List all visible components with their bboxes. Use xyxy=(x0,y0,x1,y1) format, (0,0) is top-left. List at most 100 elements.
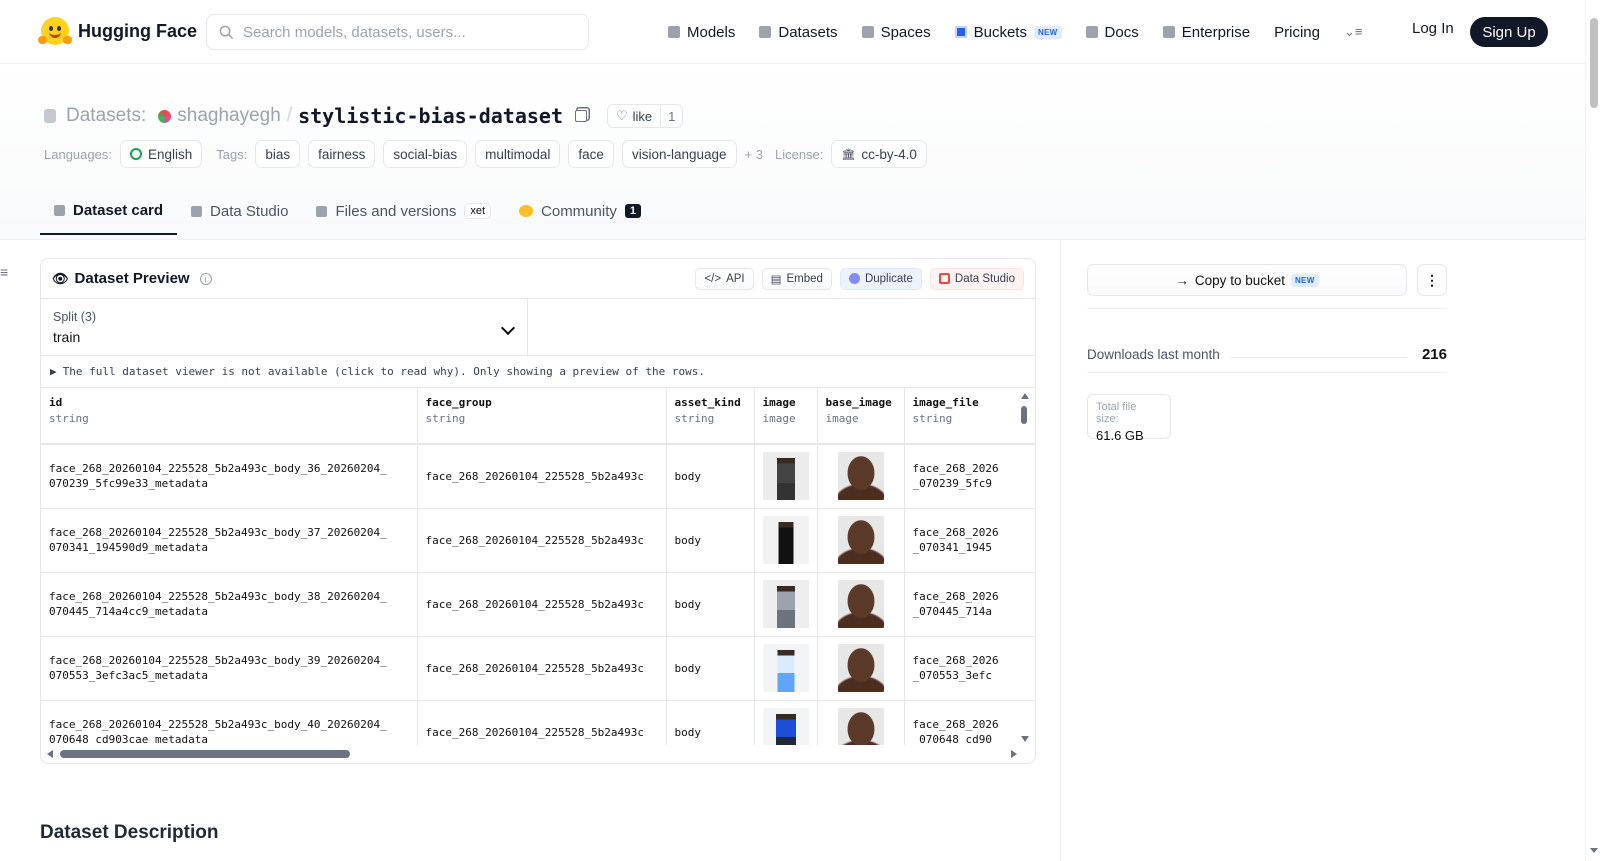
nav-enterprise[interactable]: Enterprise xyxy=(1162,24,1250,41)
column-header[interactable]: image image xyxy=(754,388,818,445)
body-image-thumbnail[interactable] xyxy=(762,644,809,692)
nav-datasets[interactable]: Datasets xyxy=(759,24,838,41)
table-row[interactable]: face_268_20260104_225528_5b2a493c_body_3… xyxy=(41,636,1035,701)
viewer-notice[interactable]: ▶ The full dataset viewer is not availab… xyxy=(41,356,1035,388)
preview-header: 👁 Dataset Preview i </> API ▤ Embed Duplic… xyxy=(41,259,1035,299)
preview-title: 👁 Dataset Preview i xyxy=(52,270,212,287)
duplicate-button[interactable]: Duplicate xyxy=(839,267,922,290)
more-tags-button[interactable]: + 3 xyxy=(745,147,763,162)
table-row[interactable]: face_268_20260104_225528_5b2a493c_body_3… xyxy=(41,444,1035,509)
column-type: string xyxy=(49,412,89,425)
nav-buckets[interactable]: Buckets NEW xyxy=(954,24,1062,41)
more-menu-icon[interactable]: ⌄≡ xyxy=(1344,24,1362,40)
nav-models[interactable]: Models xyxy=(668,24,735,41)
repo-name[interactable]: stylistic-bias-dataset xyxy=(298,104,563,128)
signup-button[interactable]: Sign Up xyxy=(1470,17,1548,47)
section-link[interactable]: Datasets: xyxy=(66,105,146,127)
login-link[interactable]: Log In xyxy=(1412,20,1454,37)
scroll-right-arrow-icon[interactable] xyxy=(1011,750,1017,758)
body-image-thumbnail[interactable] xyxy=(762,580,809,628)
face-image-thumbnail[interactable] xyxy=(837,644,884,692)
nav-pricing[interactable]: Pricing xyxy=(1274,24,1320,41)
preview-title-label: Dataset Preview xyxy=(74,270,190,287)
data-studio-button[interactable]: Data Studio xyxy=(929,267,1024,290)
avatar xyxy=(158,109,172,123)
languages-label: Languages: xyxy=(44,146,112,162)
face-image-thumbnail[interactable] xyxy=(837,452,884,501)
scroll-left-arrow-icon[interactable] xyxy=(47,750,53,758)
cell-base-image[interactable] xyxy=(817,636,905,701)
face-image-thumbnail[interactable] xyxy=(837,580,884,628)
cell-base-image[interactable] xyxy=(817,508,905,573)
like-button[interactable]: ♡ like 1 xyxy=(607,104,684,128)
tag-language[interactable]: English xyxy=(119,140,203,168)
column-header[interactable]: base_image image xyxy=(817,388,905,445)
tab-community-label: Community xyxy=(541,202,617,220)
data-studio-label: Data Studio xyxy=(954,272,1015,285)
column-header[interactable]: image_file string xyxy=(904,388,1035,445)
vertical-scroll-thumb[interactable] xyxy=(1021,406,1027,424)
table-row[interactable]: face_268_20260104_225528_5b2a493c_body_3… xyxy=(41,572,1035,637)
nav-spaces[interactable]: Spaces xyxy=(861,23,931,41)
column-name: base_image xyxy=(825,396,892,409)
embed-button[interactable]: ▤ Embed xyxy=(761,267,832,290)
scroll-up-arrow-icon[interactable] xyxy=(1021,393,1029,399)
page-scroll-thumb[interactable] xyxy=(1590,18,1598,108)
body-image-thumbnail[interactable] xyxy=(762,452,809,501)
duplicate-label: Duplicate xyxy=(864,272,913,285)
cell-base-image[interactable] xyxy=(817,444,905,509)
tag-bias[interactable]: bias xyxy=(255,140,301,168)
docs-icon xyxy=(1085,26,1098,38)
tag-multimodal[interactable]: multimodal xyxy=(475,140,561,168)
datasets-icon xyxy=(759,26,772,38)
tag-social-bias[interactable]: social-bias xyxy=(383,140,468,168)
cell-image[interactable] xyxy=(754,572,818,637)
kebab-icon[interactable]: ⋮ xyxy=(1417,264,1447,296)
face-image-thumbnail[interactable] xyxy=(837,516,884,564)
embed-label: Embed xyxy=(786,272,823,285)
buckets-icon xyxy=(954,26,967,38)
tab-community[interactable]: Community 1 xyxy=(505,188,655,234)
search-input[interactable] xyxy=(243,23,563,41)
split-select[interactable]: Split (3) train xyxy=(41,299,528,355)
preview-table-container[interactable]: id string face_group string asset_kind stri… xyxy=(41,388,1035,763)
tag-fairness[interactable]: fairness xyxy=(308,140,376,168)
eye-icon: 👁 xyxy=(52,270,69,286)
column-name: asset_kind xyxy=(674,396,741,409)
spaces-icon xyxy=(861,26,874,38)
table-vertical-scrollbar[interactable] xyxy=(1019,388,1029,743)
table-horizontal-scrollbar[interactable] xyxy=(41,745,1035,763)
horizontal-scroll-thumb[interactable] xyxy=(60,750,350,758)
cell-base-image[interactable] xyxy=(817,572,905,637)
brand-logo[interactable]: Hugging Face xyxy=(38,17,197,45)
tab-files[interactable]: Files and versions xet xyxy=(302,188,505,234)
column-header[interactable]: asset_kind string xyxy=(666,388,755,445)
search-box[interactable] xyxy=(206,14,589,50)
scroll-down-arrow-icon[interactable] xyxy=(1590,848,1598,853)
column-header[interactable]: id string xyxy=(41,388,418,445)
top-navbar: Hugging Face Models Datasets Spaces Buck… xyxy=(0,0,1585,64)
api-button[interactable]: </> API xyxy=(695,267,754,290)
tag-face[interactable]: face xyxy=(568,140,614,168)
cell-image[interactable] xyxy=(754,636,818,701)
info-icon[interactable]: i xyxy=(199,272,212,285)
copy-to-bucket-label: Copy to bucket xyxy=(1194,272,1285,288)
nav-docs[interactable]: Docs xyxy=(1085,24,1139,41)
tab-data-studio[interactable]: Data Studio xyxy=(177,188,302,234)
column-header[interactable]: face_group string xyxy=(417,388,667,445)
toc-toggle-icon[interactable]: ≡ xyxy=(0,264,8,280)
preview-actions: </> API ▤ Embed Duplicate Data Studio xyxy=(695,267,1024,290)
body-image-thumbnail[interactable] xyxy=(762,516,809,564)
page-scrollbar[interactable] xyxy=(1585,0,1600,861)
tag-license[interactable]: 🏛 cc-by-4.0 xyxy=(831,140,927,168)
copy-to-bucket-button[interactable]: → Copy to bucket NEW xyxy=(1087,264,1407,296)
owner-link[interactable]: shaghayegh xyxy=(177,105,281,127)
scroll-down-arrow-icon[interactable] xyxy=(1021,736,1029,742)
table-row[interactable]: face_268_20260104_225528_5b2a493c_body_3… xyxy=(41,508,1035,573)
cell-image[interactable] xyxy=(754,508,818,573)
tag-vision-language[interactable]: vision-language xyxy=(621,140,737,168)
nav-spaces-label: Spaces xyxy=(880,23,931,41)
cell-image[interactable] xyxy=(754,444,818,509)
copy-icon[interactable] xyxy=(575,110,587,122)
tab-dataset-card[interactable]: Dataset card xyxy=(40,188,178,235)
